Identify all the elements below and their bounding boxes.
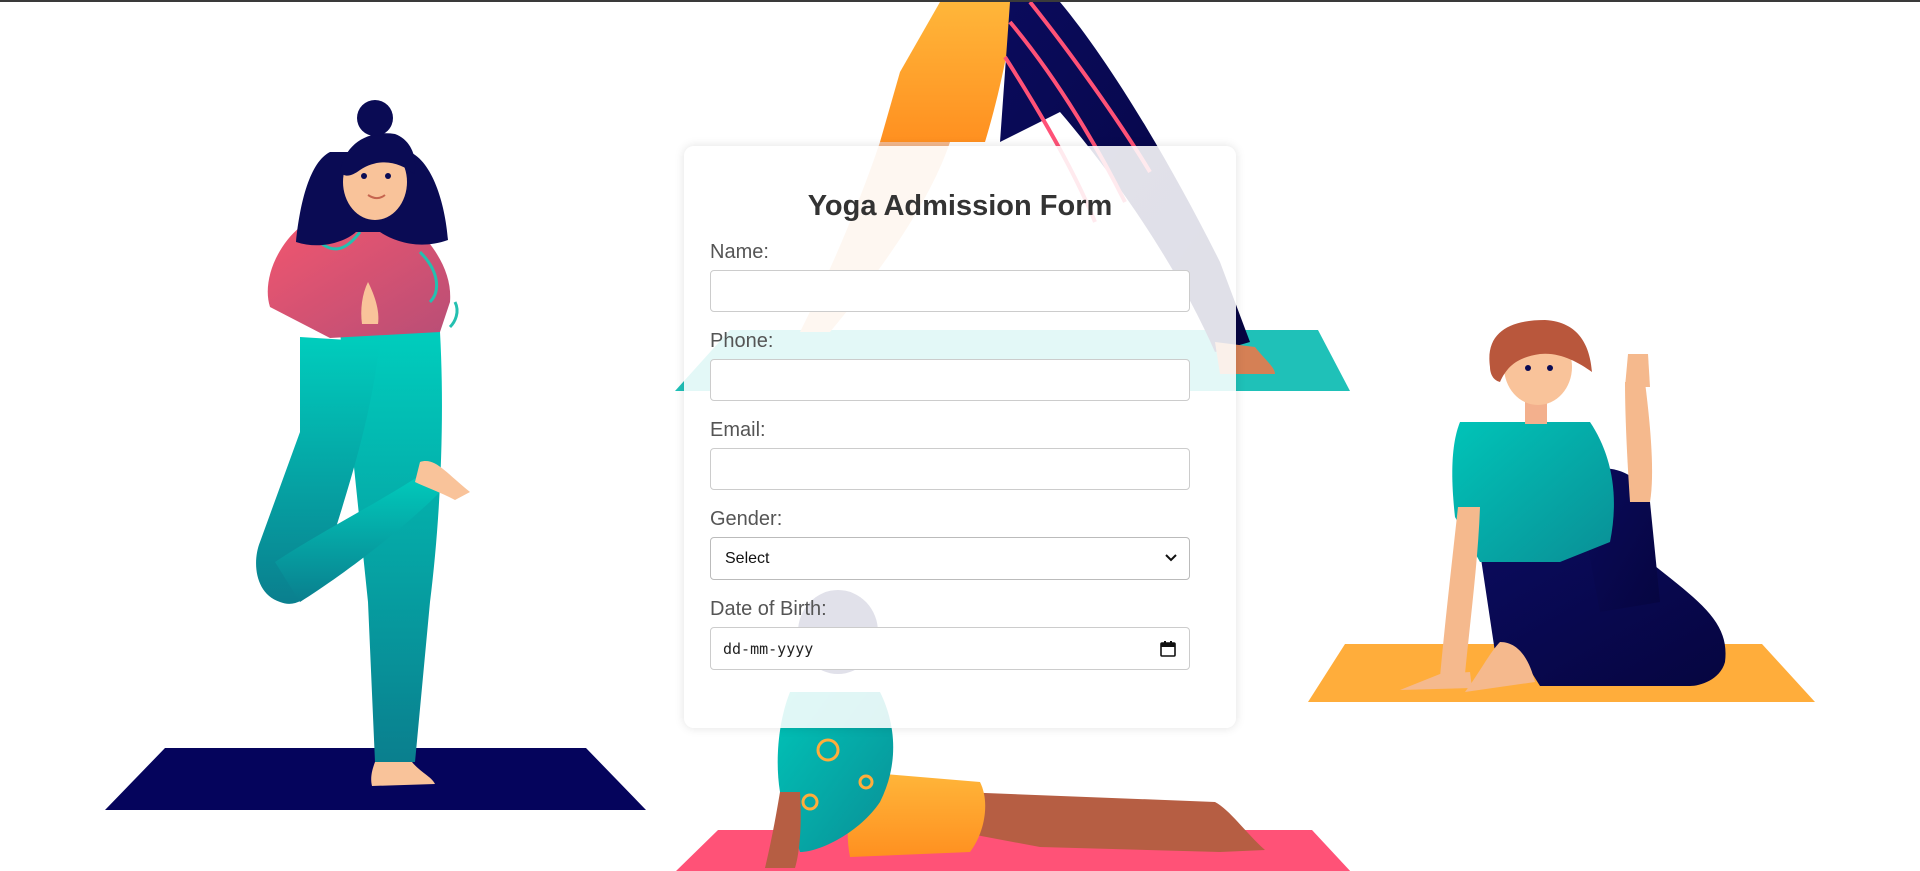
dob-field-group: Date of Birth: dd-mm-yyyy <box>710 598 1210 670</box>
name-field-group: Name: <box>710 241 1210 312</box>
gender-label: Gender: <box>710 508 783 530</box>
email-label: Email: <box>710 419 766 441</box>
chevron-down-icon <box>1165 554 1177 562</box>
name-input[interactable] <box>710 270 1190 312</box>
page: Yoga Admission Form Name: Phone: Email: … <box>0 0 1920 871</box>
dob-input[interactable]: dd-mm-yyyy <box>710 627 1190 670</box>
phone-field-group: Phone: <box>710 330 1210 401</box>
gender-select[interactable]: Select <box>710 537 1190 580</box>
dob-label: Date of Birth: <box>710 598 827 620</box>
gender-field-group: Gender: Select <box>710 508 1210 580</box>
gender-selected-value: Select <box>725 549 770 567</box>
seated-twist-figure <box>1308 320 1815 702</box>
calendar-icon[interactable] <box>1159 640 1177 658</box>
phone-label: Phone: <box>710 330 774 352</box>
tree-pose-figure <box>105 100 646 810</box>
email-input[interactable] <box>710 448 1190 490</box>
yoga-admission-form: Yoga Admission Form Name: Phone: Email: … <box>684 146 1236 728</box>
name-label: Name: <box>710 241 769 263</box>
dob-placeholder: dd-mm-yyyy <box>723 639 814 658</box>
phone-input[interactable] <box>710 359 1190 401</box>
form-title: Yoga Admission Form <box>807 190 1113 222</box>
email-field-group: Email: <box>710 419 1210 490</box>
